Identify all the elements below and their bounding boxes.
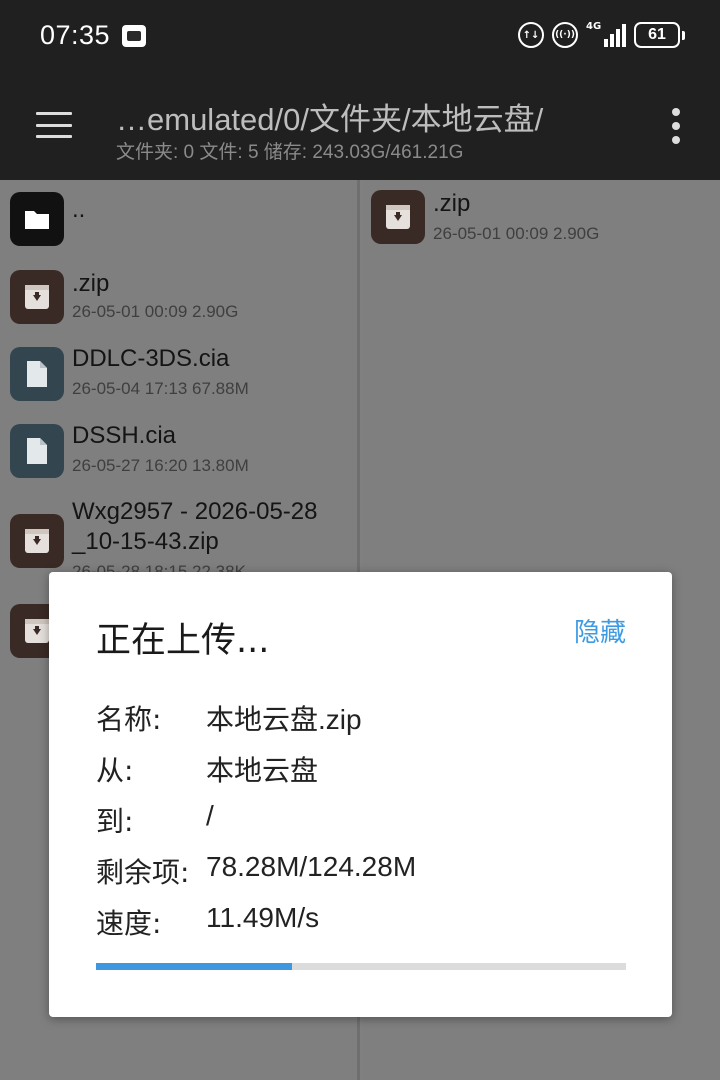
- upload-progress-fill: [96, 963, 293, 970]
- list-item[interactable]: .zip 26-05-01 00:09 2.90G: [363, 188, 720, 264]
- list-item-parent-folder[interactable]: ..: [0, 188, 357, 264]
- file-icon: [10, 424, 64, 478]
- archive-icon: [371, 190, 425, 244]
- file-name-line2: _10-15-43.zip: [72, 528, 219, 555]
- to-label: 到:: [96, 805, 134, 838]
- upload-progress-bar: [96, 963, 626, 970]
- name-label: 名称:: [96, 703, 162, 736]
- from-label: 从:: [96, 754, 134, 787]
- menu-icon[interactable]: [36, 112, 72, 138]
- file-name: .zip: [433, 190, 471, 217]
- remaining-label: 剩余项:: [96, 856, 190, 889]
- hotspot-icon: ((·)): [552, 22, 578, 48]
- status-icons: ↑↓ ((·)) 4G 61: [518, 21, 685, 48]
- signal-icon: 4G: [586, 21, 626, 47]
- file-meta: 26-05-04 17:13 67.88M: [72, 379, 249, 398]
- app-toolbar: …emulated/0/文件夹/本地云盘/ 文件夹: 0 文件: 5 储存: 2…: [0, 72, 720, 180]
- notification-app-icon: [122, 25, 146, 47]
- upload-dialog: 正在上传... 隐藏 名称: 本地云盘.zip 从: 本地云盘 到: / 剩余项…: [49, 572, 672, 1017]
- path-title: …emulated/0/文件夹/本地云盘/: [116, 102, 544, 137]
- remaining-value: 78.28M/124.28M: [206, 851, 417, 882]
- data-saver-icon: ↑↓: [518, 22, 544, 48]
- dialog-title: 正在上传...: [96, 621, 270, 661]
- folder-icon: [10, 192, 64, 246]
- to-value: /: [206, 800, 214, 831]
- file-meta: 26-05-27 16:20 13.80M: [72, 456, 249, 475]
- path-stats: 文件夹: 0 文件: 5 储存: 243.03G/461.21G: [116, 142, 464, 163]
- speed-label: 速度:: [96, 907, 162, 940]
- name-value: 本地云盘.zip: [206, 704, 362, 735]
- hide-button[interactable]: 隐藏: [574, 612, 626, 649]
- speed-value: 11.49M/s: [206, 902, 320, 933]
- file-name: ..: [72, 196, 86, 223]
- battery-icon: 61: [634, 22, 685, 48]
- list-item[interactable]: .zip 26-05-01 00:09 2.90G: [0, 264, 357, 340]
- file-meta: 26-05-01 00:09 2.90G: [433, 224, 600, 243]
- file-icon: [10, 347, 64, 401]
- network-type: 4G: [586, 21, 602, 32]
- file-name: DDLC-3DS.cia: [72, 345, 230, 372]
- status-bar: 07:35 ↑↓ ((·)) 4G 61: [0, 0, 720, 72]
- file-name: DSSH.cia: [72, 422, 177, 449]
- battery-level: 61: [648, 26, 666, 43]
- list-item[interactable]: DDLC-3DS.cia 26-05-04 17:13 67.88M: [0, 341, 357, 417]
- file-name: Wxg2957 - 2026-05-28: [72, 498, 318, 525]
- more-options-icon[interactable]: [670, 108, 682, 144]
- file-meta: 26-05-01 00:09 2.90G: [72, 302, 239, 321]
- clock: 07:35: [40, 20, 111, 50]
- file-name: .zip: [72, 270, 110, 297]
- from-value: 本地云盘: [206, 755, 319, 786]
- list-item[interactable]: DSSH.cia 26-05-27 16:20 13.80M: [0, 418, 357, 494]
- archive-icon: [10, 270, 64, 324]
- archive-icon: [10, 514, 64, 568]
